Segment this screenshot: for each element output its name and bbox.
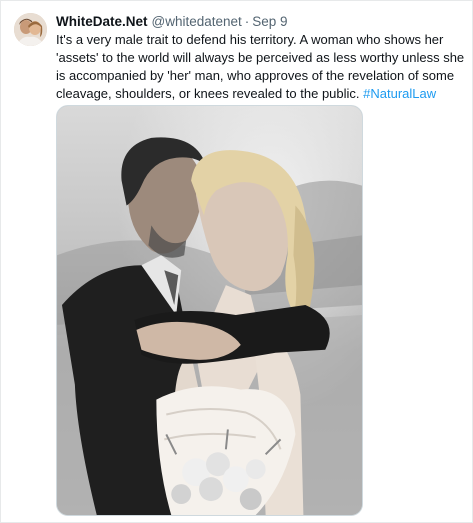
- user-handle[interactable]: @whitedatenet: [152, 14, 242, 29]
- tweet-header: WhiteDate.Net @whitedatenet · Sep 9: [56, 11, 462, 31]
- wedding-photo-image: [57, 106, 362, 515]
- tweet-text: It's a very male trait to defend his ter…: [56, 31, 466, 103]
- avatar[interactable]: [14, 13, 47, 46]
- timestamp[interactable]: Sep 9: [252, 14, 287, 29]
- tweet-photo[interactable]: [56, 105, 363, 516]
- hashtag-link[interactable]: #NaturalLaw: [363, 86, 436, 101]
- display-name[interactable]: WhiteDate.Net: [56, 14, 148, 29]
- avatar-couple-image: [14, 13, 47, 46]
- tweet-card[interactable]: WhiteDate.Net @whitedatenet · Sep 9 It's…: [0, 0, 473, 523]
- header-separator: ·: [244, 13, 250, 29]
